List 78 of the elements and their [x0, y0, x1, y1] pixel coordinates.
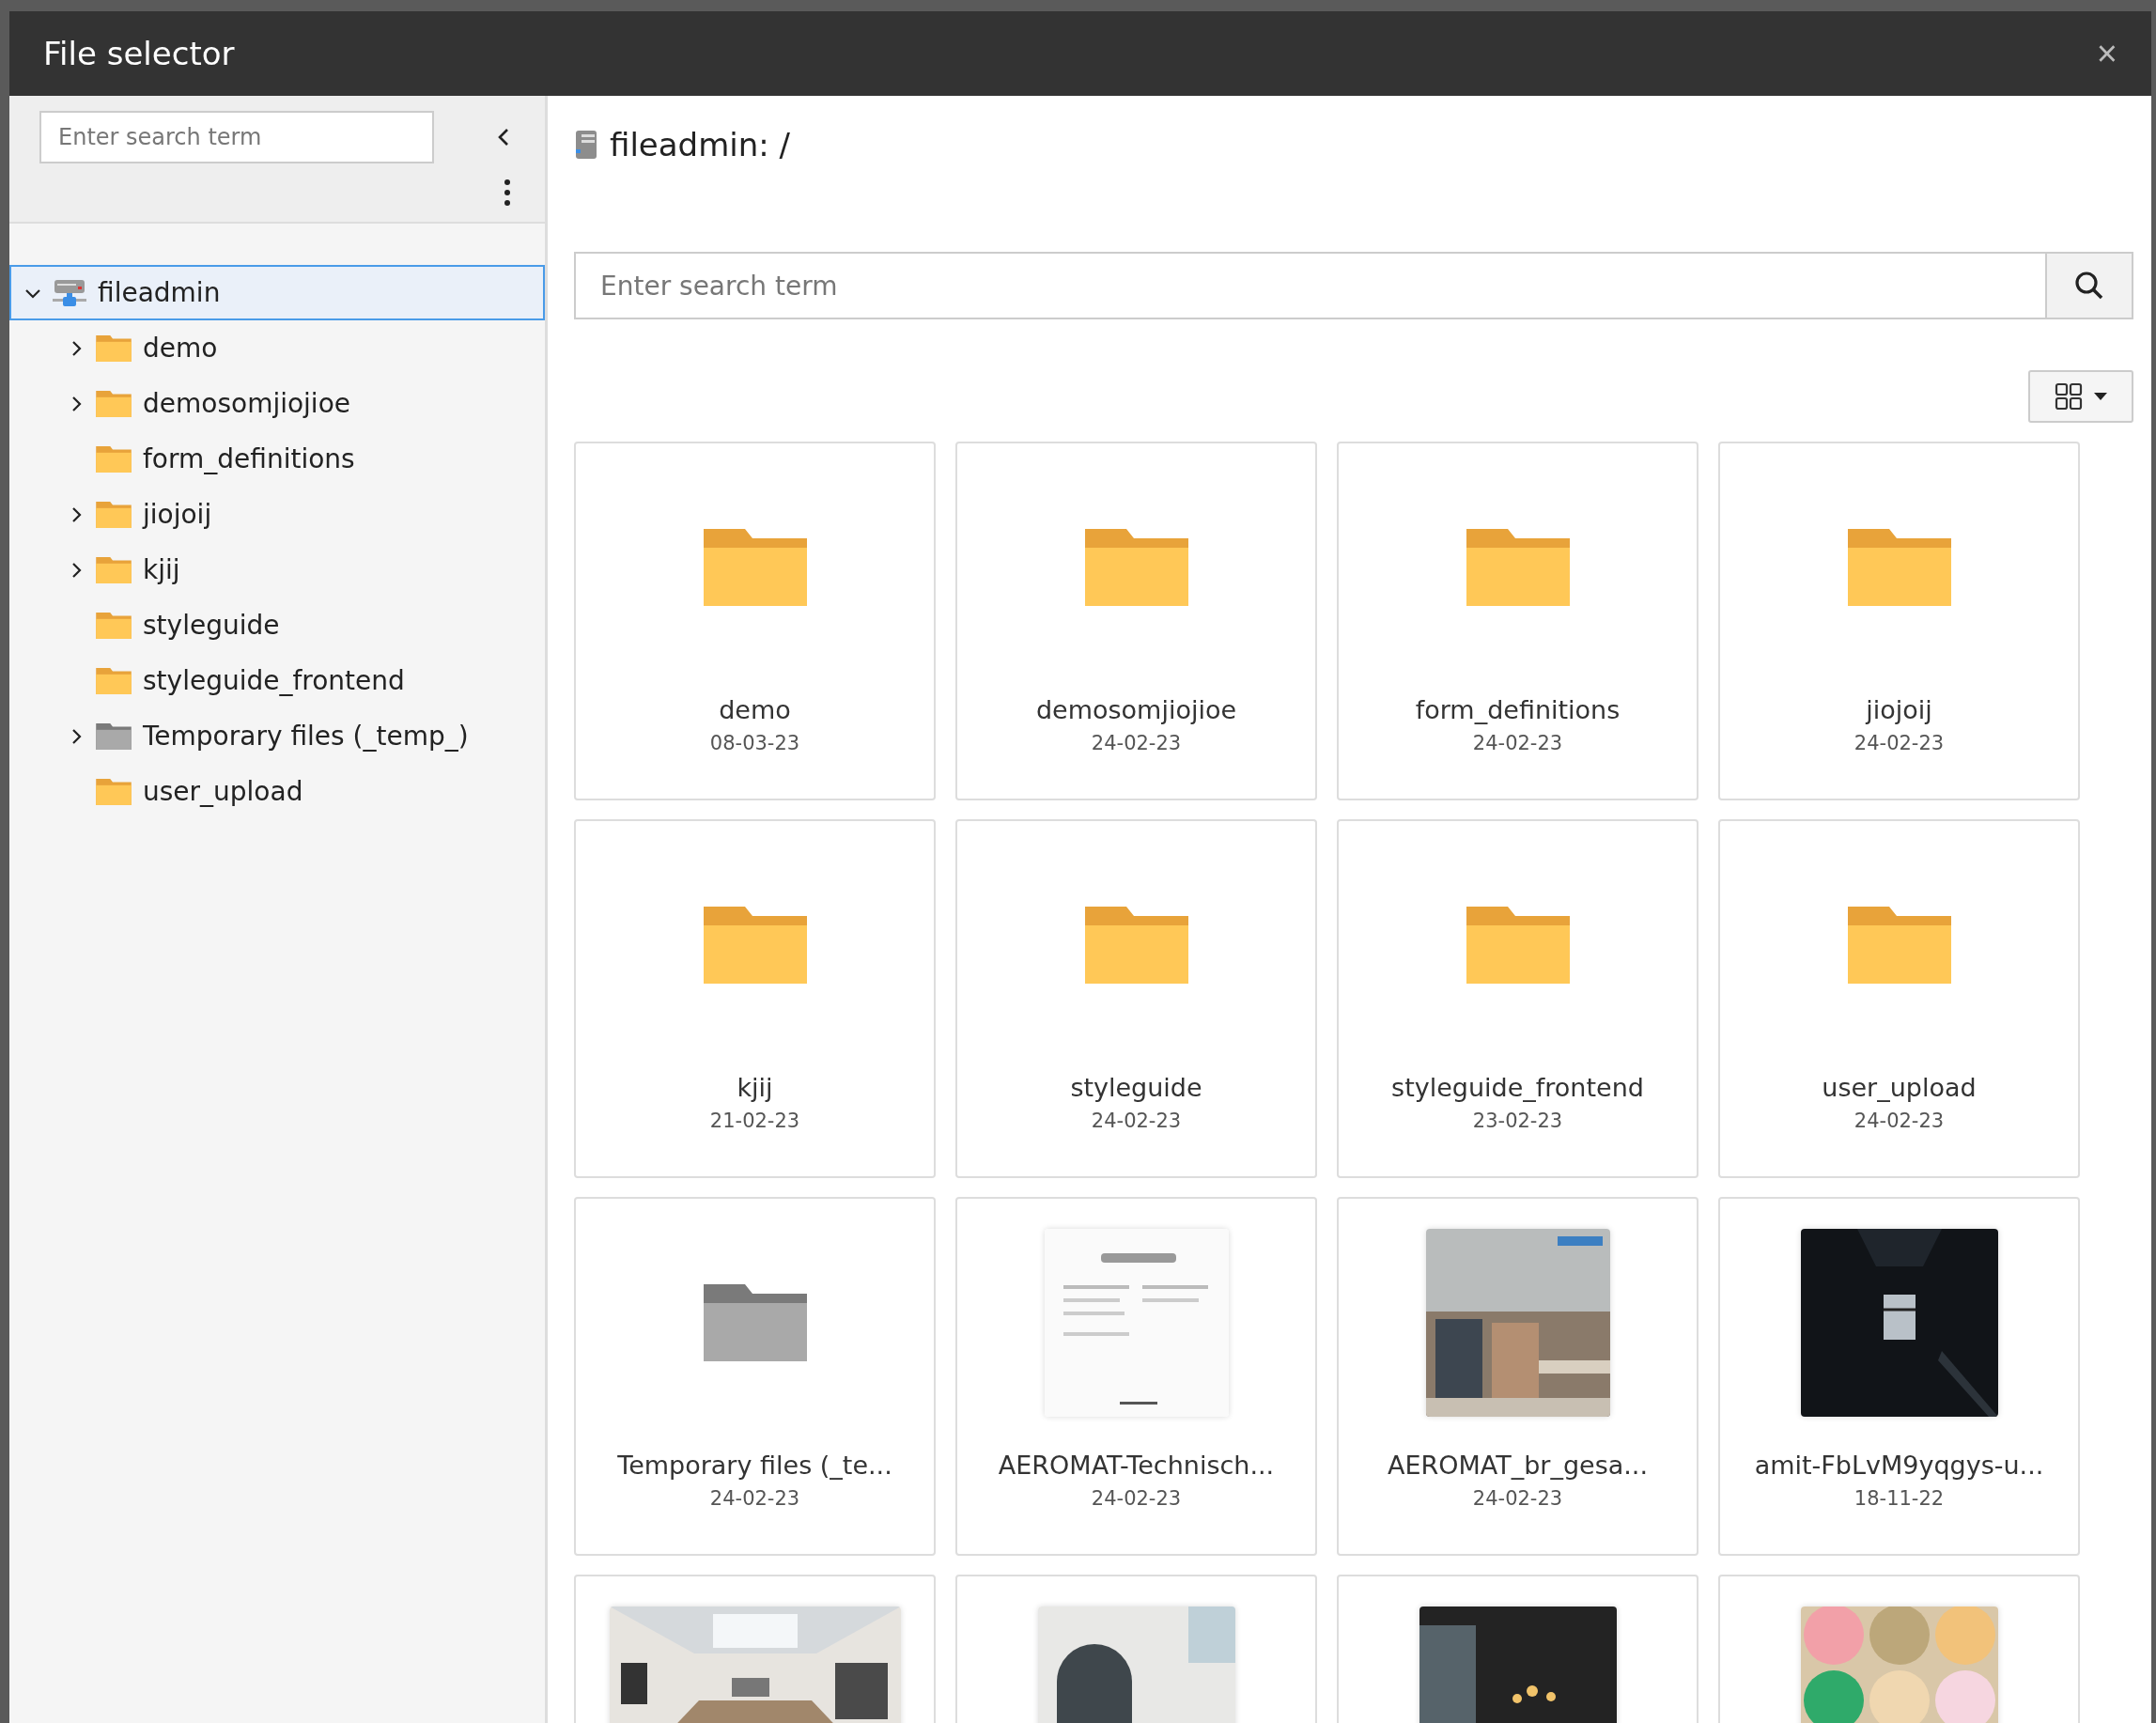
file-name: user_upload — [1822, 1073, 1977, 1102]
search-button[interactable] — [2045, 252, 2133, 319]
file-name: form_definitions — [1415, 695, 1621, 724]
file-card[interactable]: AEROMAT-Technisch... 24-02-23 — [955, 1197, 1317, 1556]
tree-item[interactable]: kjij — [9, 542, 545, 598]
file-date: 24-02-23 — [1854, 732, 1945, 754]
search-field[interactable]: Enter search term — [574, 252, 2045, 319]
search-field[interactable]: Enter search term — [39, 111, 434, 163]
folder-icon — [1466, 529, 1570, 606]
tree-item[interactable]: fileadmin — [9, 265, 545, 320]
folder-icon — [96, 445, 132, 473]
grid-view-icon[interactable] — [2055, 382, 2083, 411]
folder-icon — [96, 667, 132, 694]
folder-icon — [703, 1284, 807, 1361]
file-name: Temporary files (_te... — [617, 1451, 892, 1480]
file-name: styleguide — [1070, 1073, 1202, 1102]
file-name: AEROMAT-Technisch... — [998, 1451, 1275, 1480]
file-name: jiojoij — [1866, 695, 1932, 724]
file-name: AEROMAT_br_gesa... — [1387, 1451, 1649, 1480]
folder-icon — [96, 501, 132, 528]
file-card[interactable]: Temporary files (_te... 24-02-23 — [574, 1197, 936, 1556]
file-card[interactable]: jiojoij 24-02-23 — [1718, 442, 2080, 800]
tree-item[interactable]: styleguide — [9, 598, 545, 653]
storage-icon — [574, 129, 598, 161]
file-date: 24-02-23 — [1091, 1487, 1182, 1510]
file-card[interactable]: demo 08-03-23 — [574, 442, 936, 800]
more-vertical-icon[interactable] — [504, 179, 511, 207]
path-title: fileadmin: / — [610, 126, 791, 163]
folder-icon — [96, 390, 132, 417]
file-date: 18-11-22 — [1854, 1487, 1945, 1510]
file-name: demosomjiojioe — [1035, 695, 1237, 724]
file-date: 24-02-23 — [709, 1487, 800, 1510]
folder-icon — [1084, 529, 1188, 606]
search-icon[interactable] — [2074, 271, 2104, 301]
tree-item[interactable]: form_definitions — [9, 431, 545, 487]
close-button[interactable]: × — [2090, 33, 2123, 74]
file-name: styleguide_frontend — [1391, 1073, 1644, 1102]
window-title: File selector — [43, 35, 235, 72]
file-date: 08-03-23 — [709, 732, 800, 754]
folder-icon — [1466, 907, 1570, 984]
folder-icon — [1084, 907, 1188, 984]
server-icon — [53, 277, 86, 308]
file-card[interactable]: styleguide 24-02-23 — [955, 819, 1317, 1178]
file-card[interactable]: user_upload 24-02-23 — [1718, 819, 2080, 1178]
folder-icon — [1847, 529, 1951, 606]
tree-item[interactable]: styleguide_frontend — [9, 653, 545, 708]
folder-icon — [703, 907, 807, 984]
tree-item[interactable]: demo — [9, 320, 545, 376]
folder-icon — [96, 612, 132, 639]
tree-item[interactable]: jiojoij — [9, 487, 545, 542]
file-date: 24-02-23 — [1854, 1110, 1945, 1132]
file-name: kjij — [737, 1073, 773, 1102]
folder-icon — [703, 529, 807, 606]
file-card[interactable]: styleguide_frontend 23-02-23 — [1337, 819, 1698, 1178]
file-name: demo — [719, 695, 791, 724]
file-card[interactable]: form_definitions 24-02-23 — [1337, 442, 1698, 800]
chevron-left-icon[interactable] — [496, 127, 511, 147]
caret-icon[interactable] — [2094, 393, 2107, 400]
file-card[interactable]: amit-FbLvM9yqgys-u... 18-11-22 — [1718, 1197, 2080, 1556]
file-name: amit-FbLvM9yqgys-u... — [1754, 1451, 2044, 1480]
file-date: 24-02-23 — [1091, 732, 1182, 754]
file-card[interactable]: AEROMAT_br_gesa... 24-02-23 — [1337, 1197, 1698, 1556]
file-date: 24-02-23 — [1472, 732, 1563, 754]
folder-icon — [96, 334, 132, 362]
tree-item[interactable]: demosomjiojioe — [9, 376, 545, 431]
folder-icon — [96, 722, 132, 750]
folder-icon — [96, 778, 132, 805]
view-toggle-button[interactable] — [2028, 370, 2133, 423]
tree-item[interactable]: Temporary files (_temp_) — [9, 708, 545, 764]
file-date: 24-02-23 — [1091, 1110, 1182, 1132]
file-date: 24-02-23 — [1472, 1487, 1563, 1510]
file-card[interactable]: demosomjiojioe 24-02-23 — [955, 442, 1317, 800]
file-date: 21-02-23 — [709, 1110, 800, 1132]
folder-icon — [1847, 907, 1951, 984]
file-card[interactable]: kjij 21-02-23 — [574, 819, 936, 1178]
tree-item[interactable]: user_upload — [9, 764, 545, 819]
folder-icon — [96, 556, 132, 583]
file-date: 23-02-23 — [1472, 1110, 1563, 1132]
